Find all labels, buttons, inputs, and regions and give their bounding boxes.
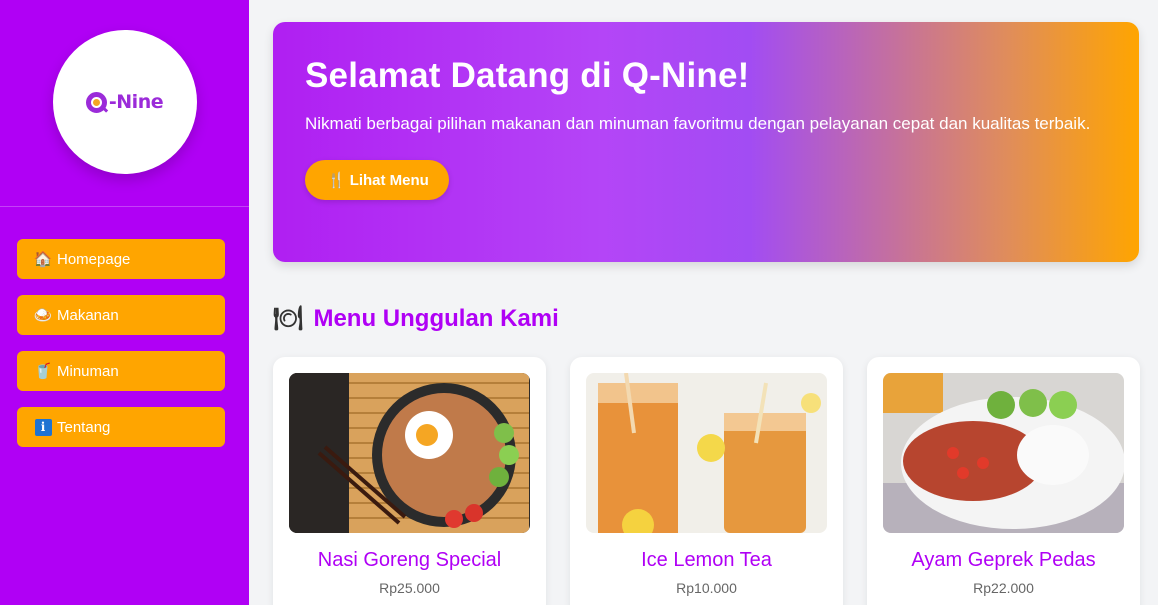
ayam-geprek-image <box>883 373 1124 533</box>
sidebar-item-tentang[interactable]: i Tentang <box>17 407 225 447</box>
menu-card[interactable]: Nasi Goreng Special Rp25.000 <box>273 357 546 605</box>
logo-area: -Nine <box>0 0 249 207</box>
logo-q-mark <box>85 91 107 113</box>
sidebar: -Nine 🏠 Homepage 🍛 Makanan 🥤 Minuman i T… <box>0 0 249 605</box>
hero-banner: Selamat Datang di Q-Nine! Nikmati berbag… <box>273 22 1139 262</box>
nasi-goreng-image <box>289 373 530 533</box>
hero-description: Nikmati berbagai pilihan makanan dan min… <box>305 114 1091 133</box>
house-icon: 🏠 <box>33 251 53 268</box>
view-menu-label: Lihat Menu <box>349 171 429 189</box>
logo-text: -Nine <box>108 91 164 113</box>
sidebar-item-label: Tentang <box>57 418 111 436</box>
menu-item-price: Rp22.000 <box>973 580 1034 596</box>
menu-item-price: Rp25.000 <box>379 580 440 596</box>
fork-knife-icon: 🍴 <box>327 172 346 189</box>
sidebar-item-label: Makanan <box>57 306 119 324</box>
info-icon: i <box>34 418 52 436</box>
section-title: 🍽 Menu Unggulan Kami <box>273 304 1139 333</box>
menu-cards: Nasi Goreng Special Rp25.000 Ice Lemon T… <box>273 357 1140 605</box>
sidebar-nav: 🏠 Homepage 🍛 Makanan 🥤 Minuman i Tentang <box>0 207 249 447</box>
menu-item-name: Ice Lemon Tea <box>641 549 772 571</box>
sidebar-item-minuman[interactable]: 🥤 Minuman <box>17 351 225 391</box>
cup-with-straw-icon: 🥤 <box>33 363 53 380</box>
main-content: Selamat Datang di Q-Nine! Nikmati berbag… <box>249 0 1158 605</box>
section-title-text: Menu Unggulan Kami <box>313 304 559 332</box>
menu-card[interactable]: Ice Lemon Tea Rp10.000 <box>570 357 843 605</box>
sidebar-item-label: Minuman <box>57 362 119 380</box>
sidebar-item-homepage[interactable]: 🏠 Homepage <box>17 239 225 279</box>
view-menu-button[interactable]: 🍴 Lihat Menu <box>305 160 449 200</box>
menu-item-name: Nasi Goreng Special <box>317 549 502 571</box>
sidebar-item-makanan[interactable]: 🍛 Makanan <box>17 295 225 335</box>
ice-lemon-tea-image <box>586 373 827 533</box>
logo-wordmark: -Nine <box>85 91 164 113</box>
menu-item-price: Rp10.000 <box>676 580 737 596</box>
info-icon-wrap: i <box>33 418 53 436</box>
logo[interactable]: -Nine <box>52 30 197 174</box>
menu-card[interactable]: Ayam Geprek Pedas Rp22.000 <box>867 357 1140 605</box>
hero-title: Selamat Datang di Q-Nine! <box>305 56 750 95</box>
sidebar-item-label: Homepage <box>57 250 131 268</box>
curry-rice-icon: 🍛 <box>33 307 53 324</box>
menu-item-name: Ayam Geprek Pedas <box>911 549 1096 571</box>
plate-icon: 🍽 <box>273 305 304 332</box>
